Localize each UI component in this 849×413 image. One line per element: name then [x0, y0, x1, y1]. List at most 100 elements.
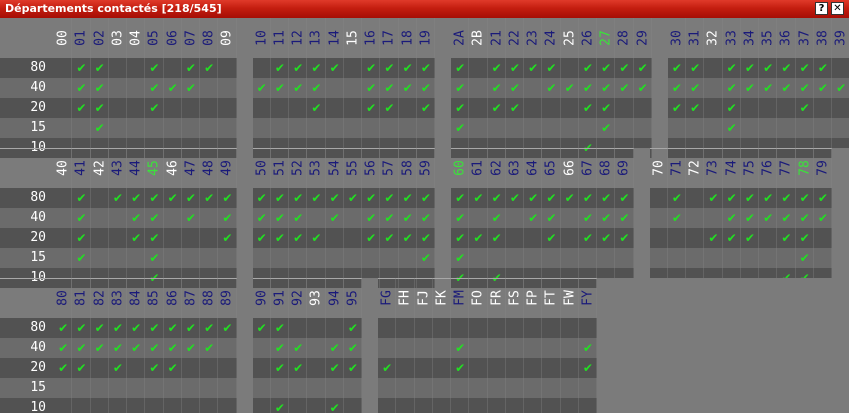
grid-cell[interactable] [469, 118, 488, 138]
grid-cell[interactable] [795, 118, 814, 138]
grid-cell[interactable] [127, 398, 146, 413]
grid-cell[interactable] [127, 378, 146, 398]
grid-cell[interactable] [90, 358, 109, 378]
grid-cell[interactable] [307, 248, 326, 268]
grid-cell[interactable] [325, 98, 344, 118]
grid-cell[interactable] [722, 248, 741, 268]
grid-cell[interactable] [832, 118, 849, 138]
grid-cell[interactable] [378, 398, 397, 413]
grid-cell[interactable] [469, 248, 488, 268]
grid-cell[interactable] [396, 378, 415, 398]
grid-cell[interactable] [380, 248, 399, 268]
grid-cell[interactable] [777, 248, 796, 268]
grid-cell[interactable] [487, 378, 506, 398]
grid-cell[interactable] [343, 378, 362, 398]
grid-cell[interactable] [487, 118, 506, 138]
grid-cell[interactable] [542, 248, 561, 268]
grid-cell[interactable] [343, 398, 362, 413]
grid-cell[interactable] [597, 248, 616, 268]
grid-cell[interactable] [398, 118, 417, 138]
grid-cell[interactable] [127, 58, 146, 78]
grid-cell[interactable] [54, 248, 73, 268]
grid-cell[interactable] [560, 358, 579, 378]
grid-cell[interactable] [54, 78, 73, 98]
grid-cell[interactable] [72, 398, 91, 413]
grid-cell[interactable] [362, 248, 381, 268]
grid-cell[interactable] [469, 98, 488, 118]
grid-cell[interactable] [163, 378, 182, 398]
grid-cell[interactable] [487, 358, 506, 378]
grid-cell[interactable] [398, 248, 417, 268]
grid-cell[interactable] [649, 248, 668, 268]
grid-cell[interactable] [487, 318, 506, 338]
grid-cell[interactable] [252, 118, 271, 138]
grid-cell[interactable] [686, 228, 705, 248]
grid-cell[interactable] [200, 398, 219, 413]
grid-cell[interactable] [560, 338, 579, 358]
grid-cell[interactable] [505, 358, 524, 378]
grid-cell[interactable] [649, 228, 668, 248]
grid-cell[interactable] [218, 118, 237, 138]
grid-cell[interactable] [560, 208, 579, 228]
grid-cell[interactable] [325, 118, 344, 138]
grid-cell[interactable] [578, 398, 597, 413]
grid-cell[interactable] [108, 78, 127, 98]
grid-cell[interactable] [90, 248, 109, 268]
grid-cell[interactable] [432, 378, 451, 398]
grid-cell[interactable] [505, 118, 524, 138]
grid-cell[interactable] [145, 398, 164, 413]
grid-cell[interactable] [90, 188, 109, 208]
grid-cell[interactable] [505, 398, 524, 413]
grid-cell[interactable] [163, 118, 182, 138]
grid-cell[interactable] [615, 248, 634, 268]
grid-cell[interactable] [54, 58, 73, 78]
grid-cell[interactable] [704, 248, 723, 268]
grid-cell[interactable] [505, 248, 524, 268]
grid-cell[interactable] [542, 378, 561, 398]
grid-cell[interactable] [704, 58, 723, 78]
grid-cell[interactable] [524, 378, 543, 398]
grid-cell[interactable] [307, 378, 326, 398]
grid-cell[interactable] [469, 58, 488, 78]
grid-cell[interactable] [325, 228, 344, 248]
grid-cell[interactable] [127, 78, 146, 98]
grid-cell[interactable] [560, 98, 579, 118]
grid-cell[interactable] [307, 208, 326, 228]
grid-cell[interactable] [325, 248, 344, 268]
grid-cell[interactable] [759, 98, 778, 118]
close-button[interactable]: ✕ [831, 2, 844, 15]
grid-cell[interactable] [414, 338, 433, 358]
grid-cell[interactable] [542, 318, 561, 338]
grid-cell[interactable] [54, 228, 73, 248]
grid-cell[interactable] [560, 398, 579, 413]
grid-cell[interactable] [163, 248, 182, 268]
grid-cell[interactable] [469, 398, 488, 413]
grid-cell[interactable] [218, 378, 237, 398]
grid-cell[interactable] [252, 58, 271, 78]
grid-cell[interactable] [542, 98, 561, 118]
grid-cell[interactable] [813, 228, 832, 248]
grid-cell[interactable] [163, 98, 182, 118]
grid-cell[interactable] [615, 118, 634, 138]
grid-cell[interactable] [704, 98, 723, 118]
grid-cell[interactable] [633, 118, 652, 138]
grid-cell[interactable] [414, 358, 433, 378]
grid-cell[interactable] [200, 98, 219, 118]
grid-cell[interactable] [270, 98, 289, 118]
grid-cell[interactable] [487, 248, 506, 268]
grid-cell[interactable] [127, 98, 146, 118]
grid-cell[interactable] [200, 208, 219, 228]
grid-cell[interactable] [667, 228, 686, 248]
grid-cell[interactable] [200, 118, 219, 138]
grid-cell[interactable] [270, 248, 289, 268]
grid-cell[interactable] [90, 228, 109, 248]
grid-cell[interactable] [416, 118, 435, 138]
grid-cell[interactable] [127, 358, 146, 378]
grid-cell[interactable] [740, 248, 759, 268]
grid-cell[interactable] [218, 358, 237, 378]
grid-cell[interactable] [633, 98, 652, 118]
grid-cell[interactable] [469, 318, 488, 338]
grid-cell[interactable] [289, 318, 308, 338]
grid-cell[interactable] [560, 118, 579, 138]
grid-cell[interactable] [181, 98, 200, 118]
